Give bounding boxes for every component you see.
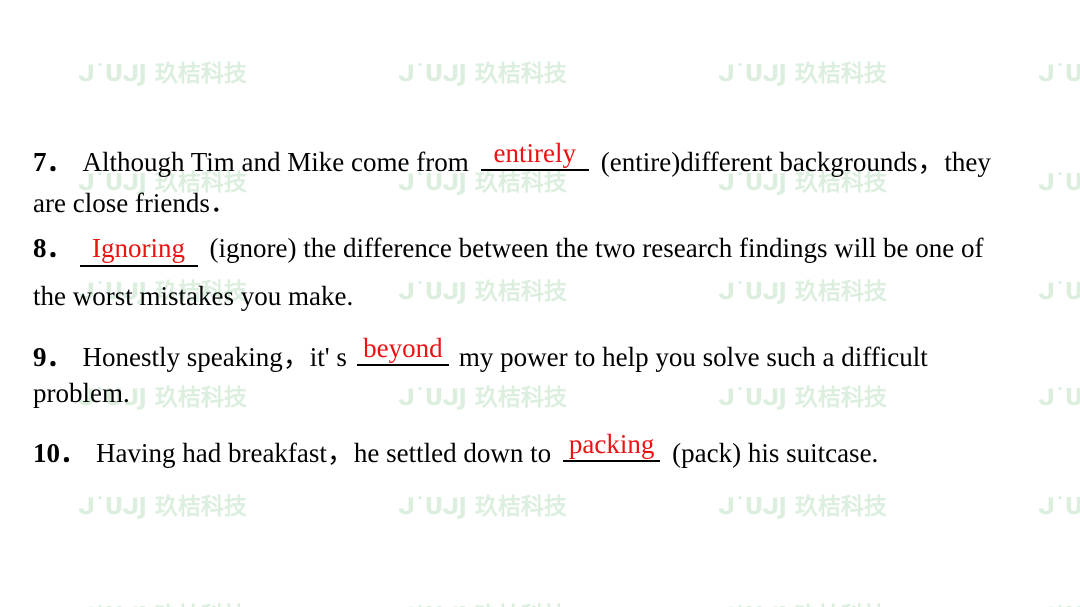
answer-text-8: Ignoring	[92, 233, 185, 263]
exercise-7-prompt-after: (entire)different backgrounds，they	[600, 147, 991, 177]
exercise-number-7: 7．	[33, 147, 74, 177]
exercise-item-9-line-1: 9． Honestly speaking，it' s beyond my power …	[33, 334, 928, 371]
exercise-8-continuation: the worst mistakes you make.	[33, 281, 354, 311]
answer-text-9: beyond	[363, 333, 443, 363]
answer-blank-7[interactable]: entirely	[480, 138, 589, 171]
exercise-7-continuation: are close friends．	[33, 188, 237, 218]
answer-text-10: packing	[568, 429, 655, 459]
answer-text-7: entirely	[493, 138, 576, 168]
exercise-number-9: 9．	[33, 342, 74, 372]
exercise-item-9-line-2: problem.	[33, 380, 130, 407]
exercise-number-8: 8．	[33, 233, 74, 263]
exercise-9-prompt-after: my power to help you solve such a diffic…	[458, 342, 928, 372]
exercise-item-8-line-1: 8． Ignoring (ignore) the difference betwee…	[33, 235, 983, 267]
exercise-8-prompt-after: (ignore) the difference between the two …	[209, 233, 984, 263]
answer-blank-8[interactable]: Ignoring	[79, 233, 198, 267]
exercise-number-10: 10．	[33, 438, 87, 468]
exercise-item-8-line-2: the worst mistakes you make.	[33, 283, 353, 310]
answer-blank-10[interactable]: packing	[563, 429, 661, 462]
answer-blank-9[interactable]: beyond	[356, 333, 449, 366]
exercise-10-prompt-after: (pack) his suitcase.	[672, 438, 879, 468]
worksheet-content: 7． Although Tim and Mike come from entirel…	[0, 0, 1080, 607]
exercise-9-continuation: problem.	[33, 378, 130, 408]
exercise-item-7-line-2: are close friends．	[33, 190, 237, 217]
exercise-10-prompt-before: Having had breakfast，he settled down to	[96, 438, 552, 468]
exercise-item-7-line-1: 7． Although Tim and Mike come from entirel…	[33, 139, 991, 176]
exercise-7-prompt-before: Although Tim and Mike come from	[82, 147, 469, 177]
exercise-item-10-line-1: 10． Having had breakfast，he settled down …	[33, 430, 878, 467]
exercise-9-prompt-before: Honestly speaking，it' s	[82, 342, 347, 372]
